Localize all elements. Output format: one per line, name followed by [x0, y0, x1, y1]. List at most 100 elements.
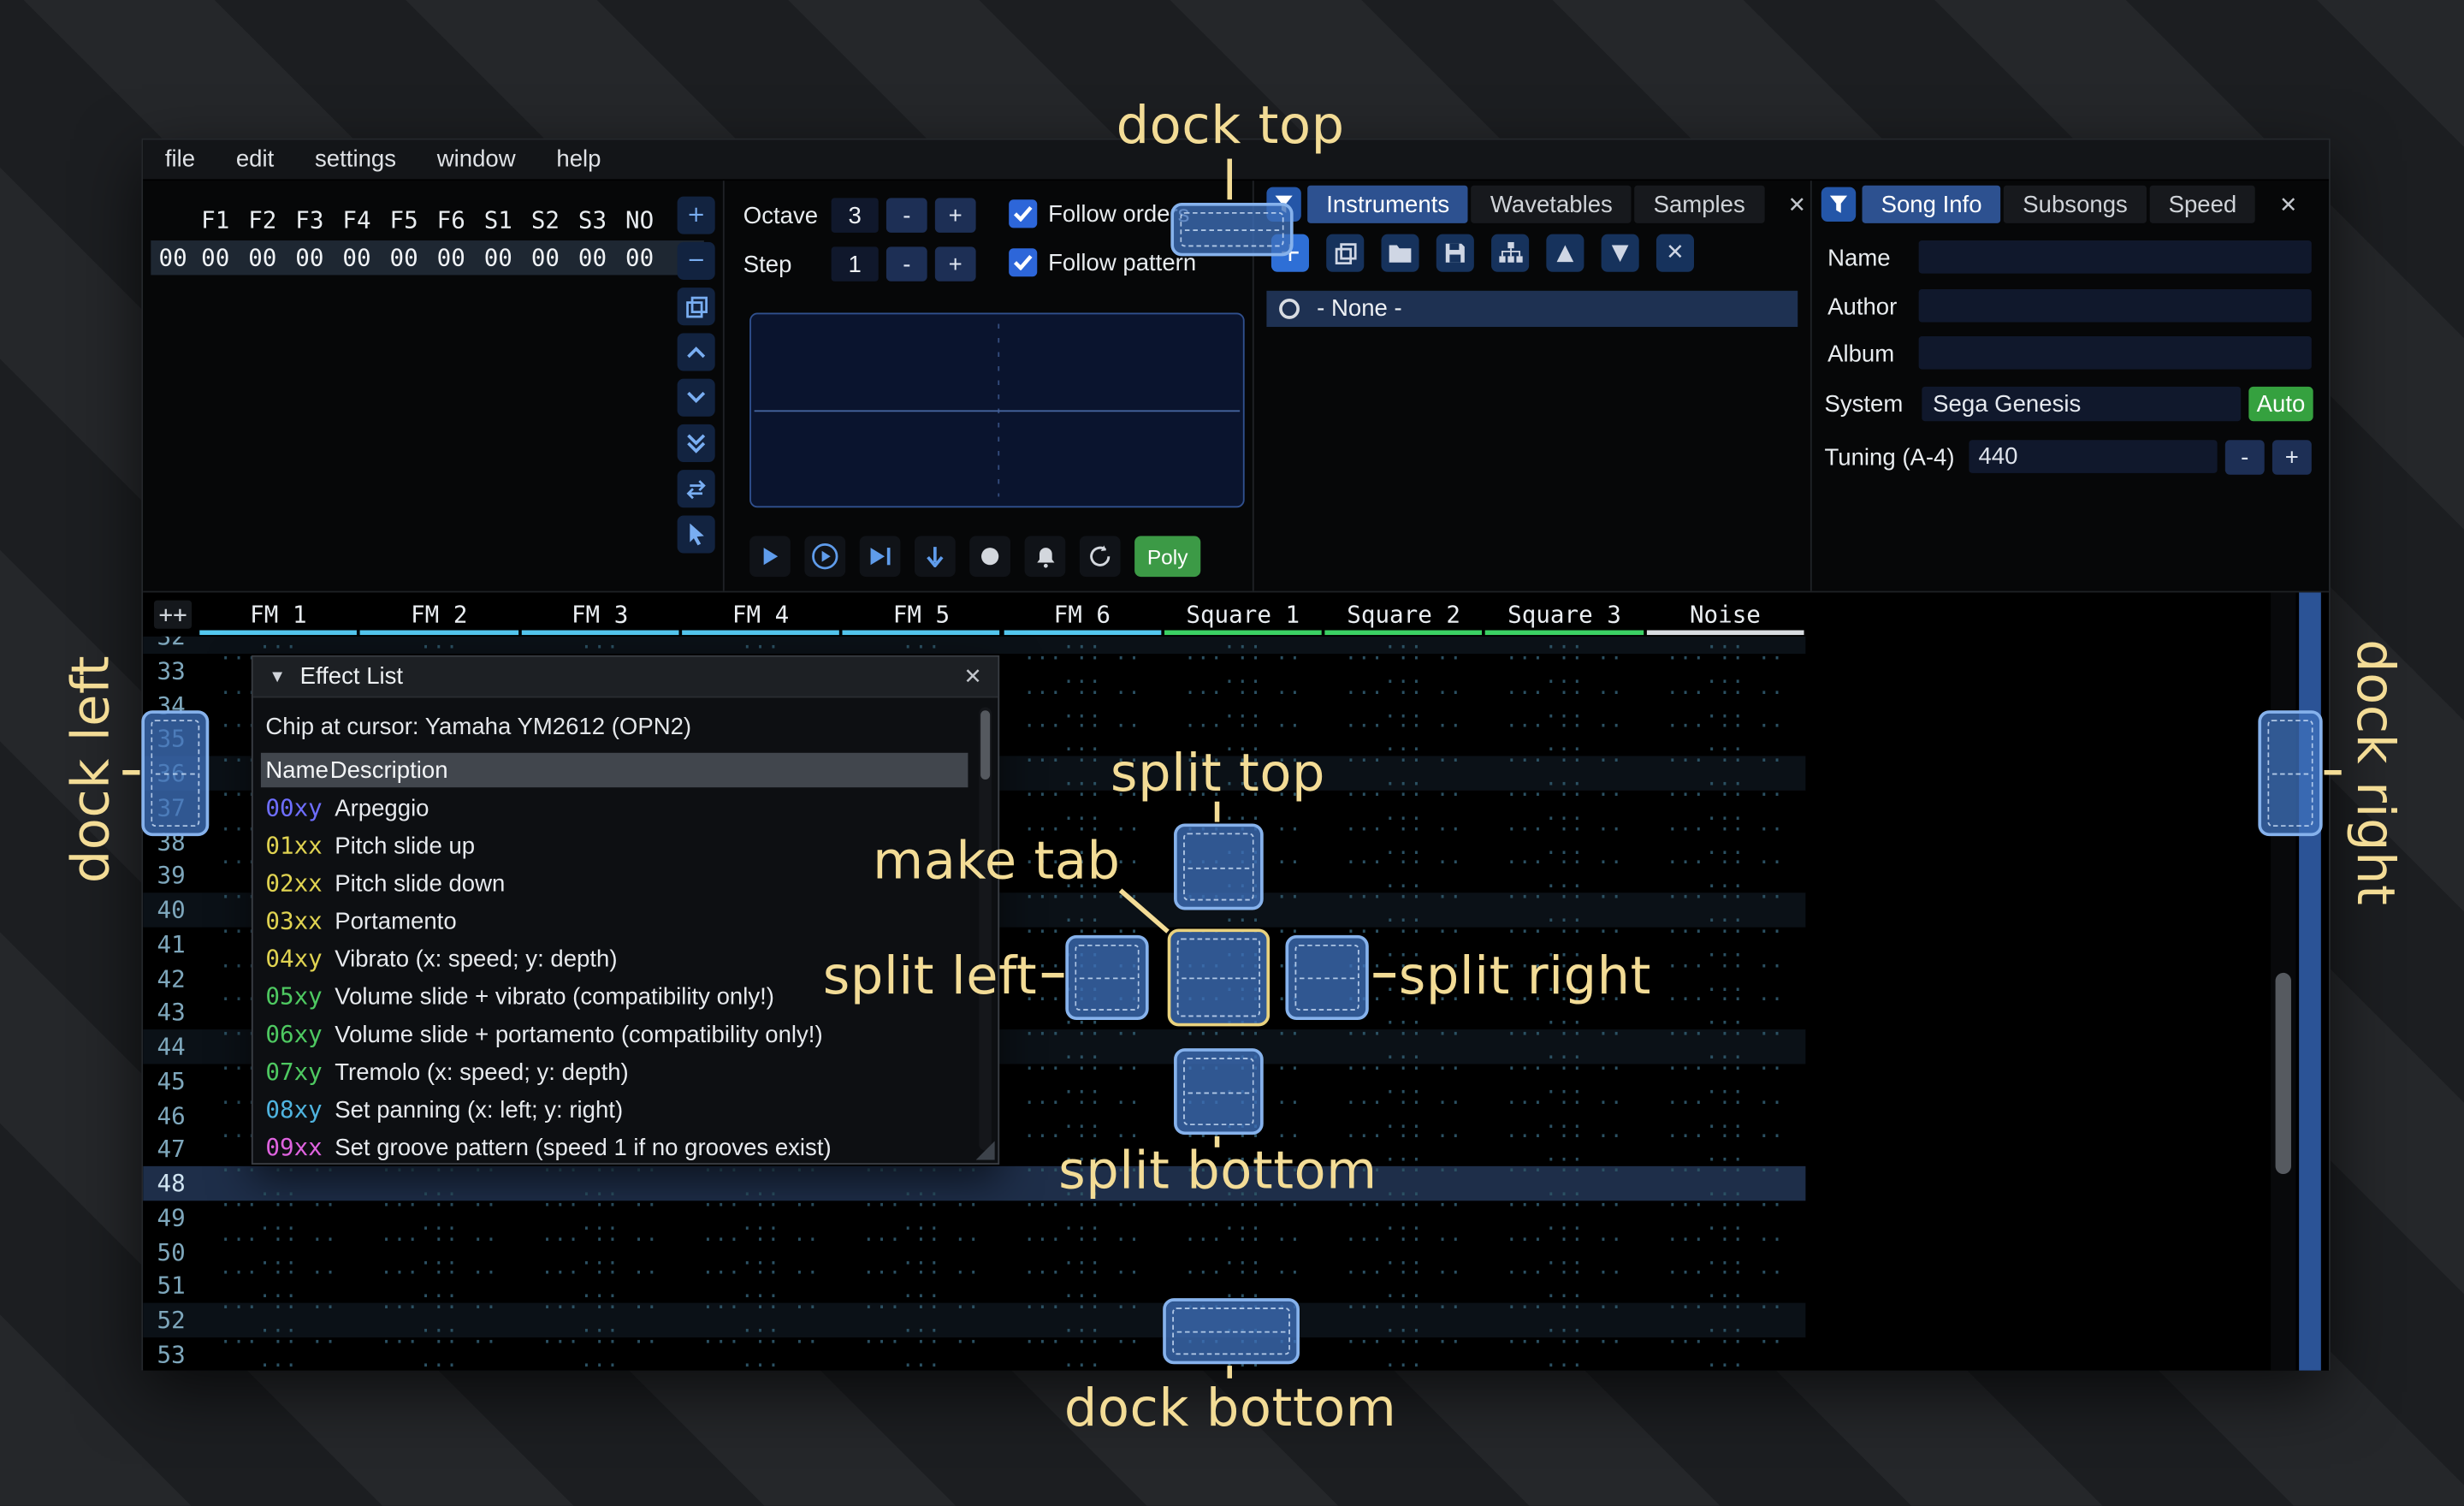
close-icon[interactable]: ✕ [1783, 190, 1811, 218]
move-instrument-up-button[interactable]: ▲ [1546, 234, 1584, 272]
effect-row[interactable]: 09xx Set groove pattern (speed 1 if no g… [253, 1129, 970, 1166]
metronome-button[interactable] [1025, 536, 1066, 577]
tab-subsongs[interactable]: Subsongs [2004, 186, 2147, 223]
dock-left-target[interactable] [141, 710, 209, 836]
channel-header-fm-6[interactable]: FM 6 [1002, 601, 1163, 629]
play-pattern-button[interactable] [804, 536, 845, 577]
order-edit-mode-button[interactable] [678, 515, 715, 553]
duplicate-order-button[interactable] [678, 288, 715, 325]
deep-clone-order-button[interactable] [678, 424, 715, 462]
split-right-target[interactable] [1285, 935, 1368, 1020]
menu-item[interactable]: window [437, 146, 516, 173]
channel-header-fm-2[interactable]: FM 2 [358, 601, 519, 629]
order-value[interactable]: 00 [578, 244, 625, 272]
duplicate-instrument-button[interactable] [1326, 234, 1364, 272]
close-icon[interactable]: ✕ [2274, 190, 2302, 218]
order-value[interactable]: 00 [248, 244, 295, 272]
menu-item[interactable]: edit [236, 146, 274, 173]
effect-list-scrollbar[interactable] [979, 708, 992, 1151]
order-row[interactable]: 00 00000000000000000000 [151, 240, 704, 275]
expand-channels-button[interactable]: ++ [154, 601, 192, 629]
close-icon[interactable]: ✕ [963, 663, 982, 690]
album-field[interactable] [1919, 336, 2312, 370]
make-tab-target[interactable] [1168, 929, 1270, 1027]
play-once-button[interactable] [860, 536, 901, 577]
pattern-cell[interactable]: ··· ·· ·· ··· [519, 1331, 680, 1372]
pattern-cell[interactable]: ··· ·· ·· ··· [680, 1331, 841, 1372]
order-value[interactable]: 00 [342, 244, 389, 272]
effect-row[interactable]: 00xy Arpeggio [253, 789, 970, 827]
dock-right-target[interactable] [2258, 710, 2322, 836]
add-order-button[interactable]: + [678, 197, 715, 234]
play-button[interactable] [749, 536, 791, 577]
menu-item[interactable]: file [165, 146, 195, 173]
pattern-row-53[interactable]: 53··· ·· ·· ······ ·· ·· ······ ·· ·· ··… [143, 1337, 1805, 1372]
instrument-list-item[interactable]: - None - [1266, 291, 1798, 327]
tab-instruments[interactable]: Instruments [1307, 186, 1468, 223]
step-increase-button[interactable]: + [935, 246, 976, 281]
tab-song-info[interactable]: Song Info [1863, 186, 2001, 223]
order-change-mode-button[interactable] [678, 470, 715, 507]
effect-row[interactable]: 03xx Portamento [253, 902, 970, 940]
tuning-increase-button[interactable]: + [2272, 440, 2312, 474]
filter-icon[interactable] [1821, 187, 1856, 222]
repeat-pattern-button[interactable] [1080, 536, 1121, 577]
open-instrument-button[interactable] [1381, 234, 1419, 272]
pattern-cell[interactable]: ··· ·· ·· ··· [1484, 1331, 1645, 1372]
effect-row[interactable]: 06xy Volume slide + portamento (compatib… [253, 1016, 970, 1053]
record-toggle-button[interactable] [969, 536, 1010, 577]
channel-header-fm-4[interactable]: FM 4 [680, 601, 841, 629]
channel-header-square-3[interactable]: Square 3 [1484, 601, 1645, 629]
tab-speed[interactable]: Speed [2150, 186, 2256, 223]
pattern-scrollbar[interactable] [2271, 592, 2295, 1370]
channel-header-fm-5[interactable]: FM 5 [841, 601, 1002, 629]
delete-instrument-button[interactable]: ✕ [1656, 234, 1694, 272]
resize-grip[interactable] [976, 1141, 995, 1159]
effect-row[interactable]: 07xy Tremolo (x: speed; y: depth) [253, 1053, 970, 1091]
channel-header-square-2[interactable]: Square 2 [1324, 601, 1484, 629]
tuning-decrease-button[interactable]: - [2225, 440, 2265, 474]
pattern-cell[interactable]: ··· ·· ·· ··· [358, 1331, 519, 1372]
pattern-cell[interactable]: ··· ·· ·· ··· [198, 1331, 358, 1372]
octave-value[interactable]: 3 [832, 198, 879, 232]
order-value[interactable]: 00 [390, 244, 437, 272]
tab-wavetables[interactable]: Wavetables [1472, 186, 1632, 223]
order-value[interactable]: 00 [437, 244, 484, 272]
move-order-up-button[interactable] [678, 333, 715, 371]
effect-list-scrollbar-thumb[interactable] [980, 710, 990, 780]
split-top-target[interactable] [1174, 823, 1264, 910]
channel-header-fm-3[interactable]: FM 3 [519, 601, 680, 629]
dock-top-target[interactable] [1170, 203, 1293, 256]
pattern-cell[interactable]: ··· ·· ·· ··· [841, 1331, 1002, 1372]
step-value[interactable]: 1 [832, 246, 879, 281]
channel-header-fm-1[interactable]: FM 1 [198, 601, 358, 629]
move-instrument-down-button[interactable]: ▼ [1602, 234, 1639, 272]
octave-decrease-button[interactable]: - [886, 198, 927, 232]
pattern-cell[interactable]: ··· ·· ·· ··· [1324, 1331, 1484, 1372]
effect-row[interactable]: 08xy Set panning (x: left; y: right) [253, 1091, 970, 1129]
order-value[interactable]: 00 [625, 244, 672, 272]
tab-samples[interactable]: Samples [1635, 186, 1764, 223]
follow-pattern-checkbox[interactable] [1009, 248, 1037, 276]
remove-order-button[interactable]: − [678, 242, 715, 280]
author-field[interactable] [1919, 289, 2312, 323]
follow-orders-checkbox[interactable] [1009, 199, 1037, 228]
menu-item[interactable]: settings [315, 146, 396, 173]
step-decrease-button[interactable]: - [886, 246, 927, 281]
effect-list-title-bar[interactable]: ▼ Effect List ✕ [253, 657, 998, 698]
order-value[interactable]: 00 [201, 244, 248, 272]
order-value[interactable]: 00 [531, 244, 578, 272]
move-order-down-button[interactable] [678, 379, 715, 417]
split-left-target[interactable] [1065, 935, 1148, 1020]
poly-toggle-button[interactable]: Poly [1134, 536, 1200, 577]
menu-item[interactable]: help [556, 146, 601, 173]
pattern-scrollbar-thumb[interactable] [2276, 973, 2291, 1174]
toggle-folders-button[interactable] [1491, 234, 1529, 272]
collapse-icon[interactable]: ▼ [269, 667, 286, 686]
pattern-cell[interactable]: ··· ·· ·· ··· [1644, 1331, 1805, 1372]
channel-header-noise[interactable]: Noise [1644, 601, 1805, 629]
pattern-cell[interactable]: ··· ·· ·· ··· [1002, 1331, 1163, 1372]
channel-header-square-1[interactable]: Square 1 [1163, 601, 1324, 629]
auto-system-button[interactable]: Auto [2248, 387, 2313, 421]
order-value[interactable]: 00 [484, 244, 531, 272]
